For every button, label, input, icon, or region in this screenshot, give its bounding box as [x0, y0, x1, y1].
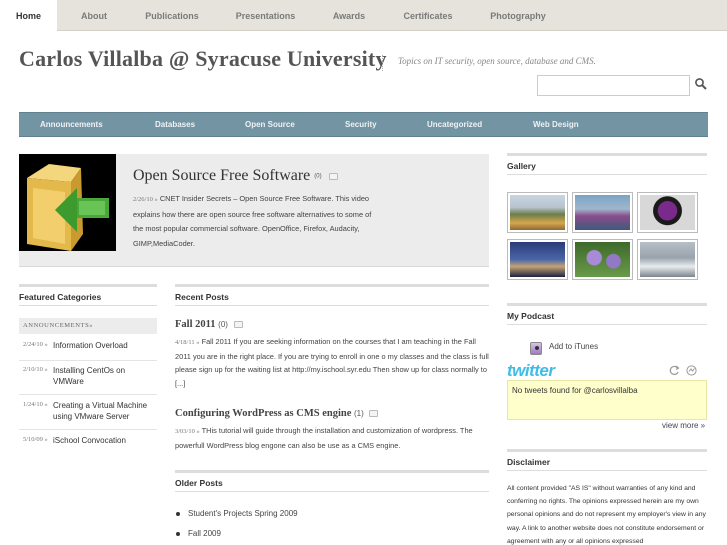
- featured-categories-heading: Featured Categories: [19, 284, 157, 306]
- list-item-link[interactable]: Installing CentOs on VMWare: [53, 366, 157, 387]
- featured-post: Open Source Free Software (0) 2/26/10 » …: [19, 154, 489, 267]
- nav-certificates[interactable]: Certificates: [396, 0, 460, 31]
- category-bar: Announcements Databases Open Source Secu…: [19, 112, 708, 137]
- featured-post-date: 2/26/10 »: [133, 196, 158, 203]
- category-web-design[interactable]: Web Design: [533, 113, 579, 136]
- nav-presentations[interactable]: Presentations: [228, 0, 303, 31]
- post-title[interactable]: Fall 2011 (0): [175, 319, 243, 330]
- gallery-thumbnail[interactable]: [572, 192, 633, 233]
- disclaimer-heading: Disclaimer: [507, 449, 707, 471]
- nav-publications[interactable]: Publications: [138, 0, 206, 31]
- folder-icon[interactable]: [19, 154, 116, 251]
- post-comment-count: (1): [354, 409, 364, 418]
- category-security[interactable]: Security: [345, 113, 377, 136]
- list-item: 2/24/10 » Information Overload: [19, 341, 157, 361]
- featured-post-excerpt: 2/26/10 » CNET Insider Secrets – Open So…: [133, 194, 372, 248]
- older-posts-heading: Older Posts: [175, 470, 489, 492]
- post-date: 3/03/10 »: [175, 428, 200, 435]
- post-comment-count: (0): [218, 320, 228, 329]
- refresh-icon[interactable]: [669, 365, 680, 376]
- list-item: 1/24/10 » Creating a Virtual Machine usi…: [19, 401, 157, 430]
- featured-post-title[interactable]: Open Source Free Software (0): [133, 167, 338, 185]
- comment-icon[interactable]: [328, 172, 338, 180]
- category-announcements[interactable]: Announcements: [40, 113, 103, 136]
- gallery-thumbnail[interactable]: [507, 192, 568, 233]
- tagline-divider: [382, 55, 383, 71]
- comment-icon[interactable]: [369, 410, 379, 418]
- category-uncategorized[interactable]: Uncategorized: [427, 113, 482, 136]
- site-title[interactable]: Carlos Villalba @ Syracuse University: [19, 46, 387, 72]
- category-databases[interactable]: Databases: [155, 113, 195, 136]
- featured-category-label[interactable]: ANNOUNCEMENTS»: [19, 318, 157, 334]
- tweet-box: No tweets found for @carlosvillalba: [507, 380, 707, 420]
- list-item-link[interactable]: Creating a Virtual Machine using VMware …: [53, 401, 157, 422]
- site-tagline: Topics on IT security, open source, data…: [398, 56, 596, 66]
- search-input[interactable]: [537, 75, 690, 96]
- nav-awards[interactable]: Awards: [324, 0, 374, 31]
- nav-about[interactable]: About: [64, 0, 124, 31]
- list-item[interactable]: Student's Projects Spring 2009: [176, 509, 298, 518]
- post-title[interactable]: Configuring WordPress as CMS engine (1): [175, 408, 379, 419]
- gallery-thumbnail[interactable]: [637, 239, 698, 280]
- add-to-itunes-link[interactable]: Add to iTunes: [534, 342, 598, 351]
- featured-comment-count: (0): [314, 173, 322, 180]
- recent-posts-heading: Recent Posts: [175, 284, 489, 306]
- post-date: 4/18/11 »: [175, 339, 200, 346]
- nav-home[interactable]: Home: [0, 0, 57, 32]
- list-item: 2/10/10 » Installing CentOs on VMWare: [19, 366, 157, 395]
- list-item-link[interactable]: Information Overload: [53, 341, 157, 352]
- gallery-thumbnail[interactable]: [507, 239, 568, 280]
- list-item-date: 2/24/10 »: [23, 341, 48, 348]
- nav-photography[interactable]: Photography: [484, 0, 552, 31]
- twitter-logo: twitter: [507, 361, 555, 380]
- post-excerpt: 4/18/11 » Fall 2011 If you are seeking i…: [175, 337, 489, 388]
- list-item-date: 5/10/09 »: [23, 436, 48, 443]
- list-item: 5/10/09 » iSchool Convocation: [19, 436, 157, 454]
- gallery-heading: Gallery: [507, 153, 707, 175]
- gallery-thumbnail[interactable]: [637, 192, 698, 233]
- comment-icon[interactable]: [233, 321, 243, 329]
- list-item-link[interactable]: iSchool Convocation: [53, 436, 157, 447]
- list-item-date: 1/24/10 »: [23, 401, 48, 408]
- disclaimer-text: All content provided "AS IS" without war…: [507, 485, 706, 545]
- follow-icon[interactable]: [686, 365, 697, 376]
- list-item[interactable]: Fall 2009: [176, 529, 221, 538]
- category-open-source[interactable]: Open Source: [245, 113, 295, 136]
- magnifier-icon[interactable]: [694, 77, 708, 91]
- top-nav: Home About Publications Presentations Aw…: [0, 0, 727, 32]
- list-item-date: 2/10/10 »: [23, 366, 48, 373]
- post-excerpt: 3/03/10 » THis tutorial will guide throu…: [175, 426, 473, 450]
- podcast-heading: My Podcast: [507, 303, 707, 325]
- view-more-link[interactable]: view more »: [662, 421, 705, 430]
- gallery-thumbnail[interactable]: [572, 239, 633, 280]
